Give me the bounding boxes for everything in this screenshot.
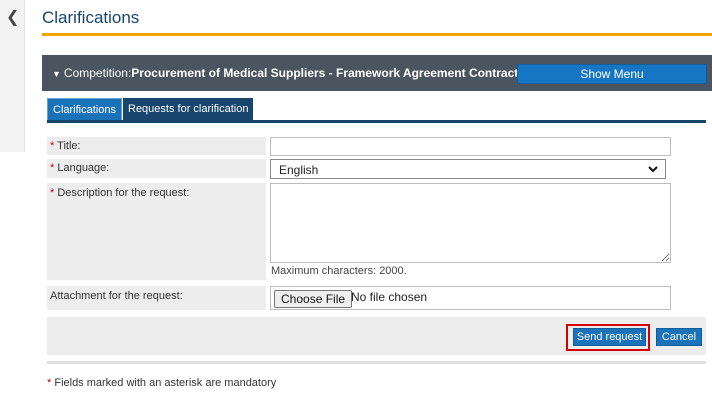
tab-underline [47,120,706,123]
no-file-chosen-text: No file chosen [351,290,428,304]
title-input[interactable] [270,137,671,156]
language-select[interactable]: English [270,159,666,179]
tab-clarifications[interactable]: Clarifications [47,98,122,122]
max-characters-note: Maximum characters: 2000. [271,265,407,277]
description-textarea[interactable] [270,183,671,263]
mandatory-fields-note: * Fields marked with an asterisk are man… [47,377,277,389]
title-label: * Title: [47,137,266,155]
cancel-button[interactable]: Cancel [656,328,702,346]
send-request-highlight [566,324,650,351]
competition-toggle[interactable]: ▼ Competition:Procurement of Medical Supp… [52,66,518,80]
show-menu-button[interactable]: Show Menu [517,64,707,84]
caret-down-icon: ▼ [52,69,61,79]
page-title: Clarifications [42,8,140,27]
chevron-down-icon [648,166,658,173]
description-label: * Description for the request: [47,183,266,280]
attachment-label: Attachment for the request: [47,286,266,310]
language-selected-value: English [279,163,319,177]
choose-file-button[interactable]: Choose File [274,290,353,308]
tab-requests-for-clarification[interactable]: Requests for clarification [123,98,254,120]
competition-name: Procurement of Medical Suppliers - Frame… [131,66,519,80]
competition-bar: ▼ Competition:Procurement of Medical Supp… [42,55,712,91]
side-panel-strip: ❮ [0,0,25,152]
language-label: * Language: [47,159,266,178]
action-divider [47,361,706,364]
chevron-left-icon[interactable]: ❮ [6,9,20,27]
attachment-file-input: Choose File No file chosen [270,286,671,310]
competition-prefix: Competition: [63,66,132,80]
title-underline [42,33,712,36]
